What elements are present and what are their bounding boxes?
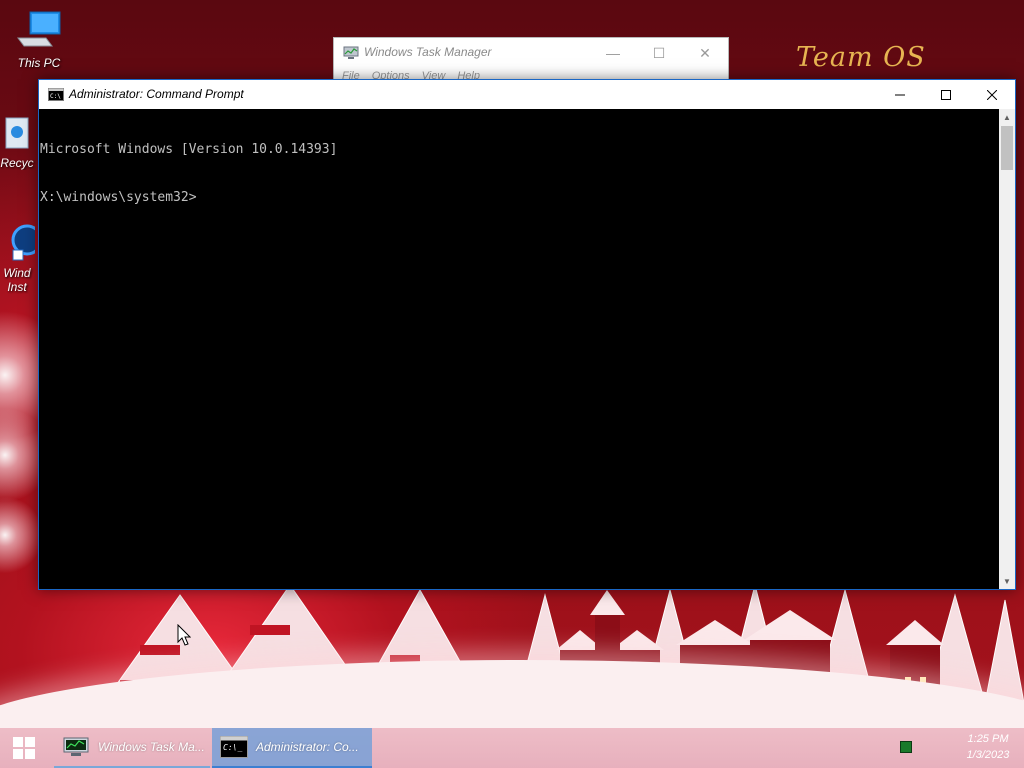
- taskbar-item-command-prompt[interactable]: C:\_ Administrator: Co...: [212, 728, 372, 768]
- svg-text:C:\: C:\: [50, 93, 61, 100]
- close-button[interactable]: ✕: [682, 38, 728, 68]
- system-tray-icon[interactable]: [900, 741, 912, 753]
- command-prompt-window[interactable]: C:\ Administrator: Command Prompt Micros…: [38, 79, 1016, 590]
- monitor-icon: [17, 11, 61, 47]
- scrollbar-thumb[interactable]: [1001, 126, 1013, 170]
- taskbar-clock[interactable]: 1:25 PM 1/3/2023: [958, 731, 1018, 763]
- scroll-down-arrow-icon[interactable]: ▼: [999, 573, 1015, 589]
- recycle-bin-icon: [5, 117, 29, 149]
- cmd-icon: C:\: [48, 88, 64, 101]
- maximize-icon: [941, 89, 951, 100]
- taskbar-item-label: Administrator: Co...: [256, 740, 359, 754]
- minimize-button[interactable]: —: [590, 38, 636, 68]
- desktop-icon-label: This PC: [17, 56, 61, 70]
- console-prompt: X:\windows\system32>: [40, 190, 197, 205]
- maximize-button[interactable]: [923, 80, 969, 109]
- close-button[interactable]: [969, 80, 1015, 109]
- start-button[interactable]: [0, 728, 48, 768]
- clock-time: 1:25 PM: [967, 733, 1009, 745]
- window-title: Windows Task Manager: [364, 45, 492, 59]
- desktop-icon-this-pc[interactable]: This PC: [2, 10, 76, 70]
- console-output[interactable]: Microsoft Windows [Version 10.0.14393] X:…: [39, 109, 999, 589]
- window-title: Administrator: Command Prompt: [69, 87, 244, 101]
- cmd-icon: C:\_: [220, 736, 248, 758]
- desktop-icon-recycle-bin[interactable]: Recyc: [0, 112, 40, 170]
- windows-installer-icon: [11, 224, 35, 261]
- title-bar[interactable]: C:\ Administrator: Command Prompt: [39, 80, 1015, 109]
- taskbar-item-label: Windows Task Ma...: [98, 740, 205, 754]
- desktop-icon-windows-installer[interactable]: Wind Inst: [0, 222, 40, 294]
- task-manager-icon: [343, 46, 359, 59]
- clock-date: 1/3/2023: [966, 749, 1010, 761]
- console-line: Microsoft Windows [Version 10.0.14393]: [40, 142, 338, 157]
- brand-logo-text: Team OS: [796, 42, 926, 73]
- taskbar: Windows Task Ma... C:\_ Administrator: C…: [0, 728, 1024, 768]
- close-icon: [987, 89, 997, 100]
- taskbar-item-task-manager[interactable]: Windows Task Ma...: [54, 728, 210, 768]
- task-manager-window[interactable]: Windows Task Manager — ☐ ✕ File Options …: [333, 37, 729, 85]
- vertical-scrollbar[interactable]: ▲ ▼: [999, 109, 1015, 589]
- scroll-up-arrow-icon[interactable]: ▲: [999, 109, 1015, 125]
- maximize-button[interactable]: ☐: [636, 38, 682, 68]
- minimize-icon: [895, 94, 905, 95]
- mouse-cursor-icon: [177, 624, 191, 646]
- task-manager-icon: [63, 737, 89, 756]
- svg-text:C:\_: C:\_: [223, 743, 242, 752]
- windows-logo-icon: [13, 737, 35, 759]
- minimize-button[interactable]: [877, 80, 923, 109]
- desktop-icon-label: Wind Inst: [3, 266, 31, 294]
- desktop-icon-label: Recyc: [0, 156, 34, 170]
